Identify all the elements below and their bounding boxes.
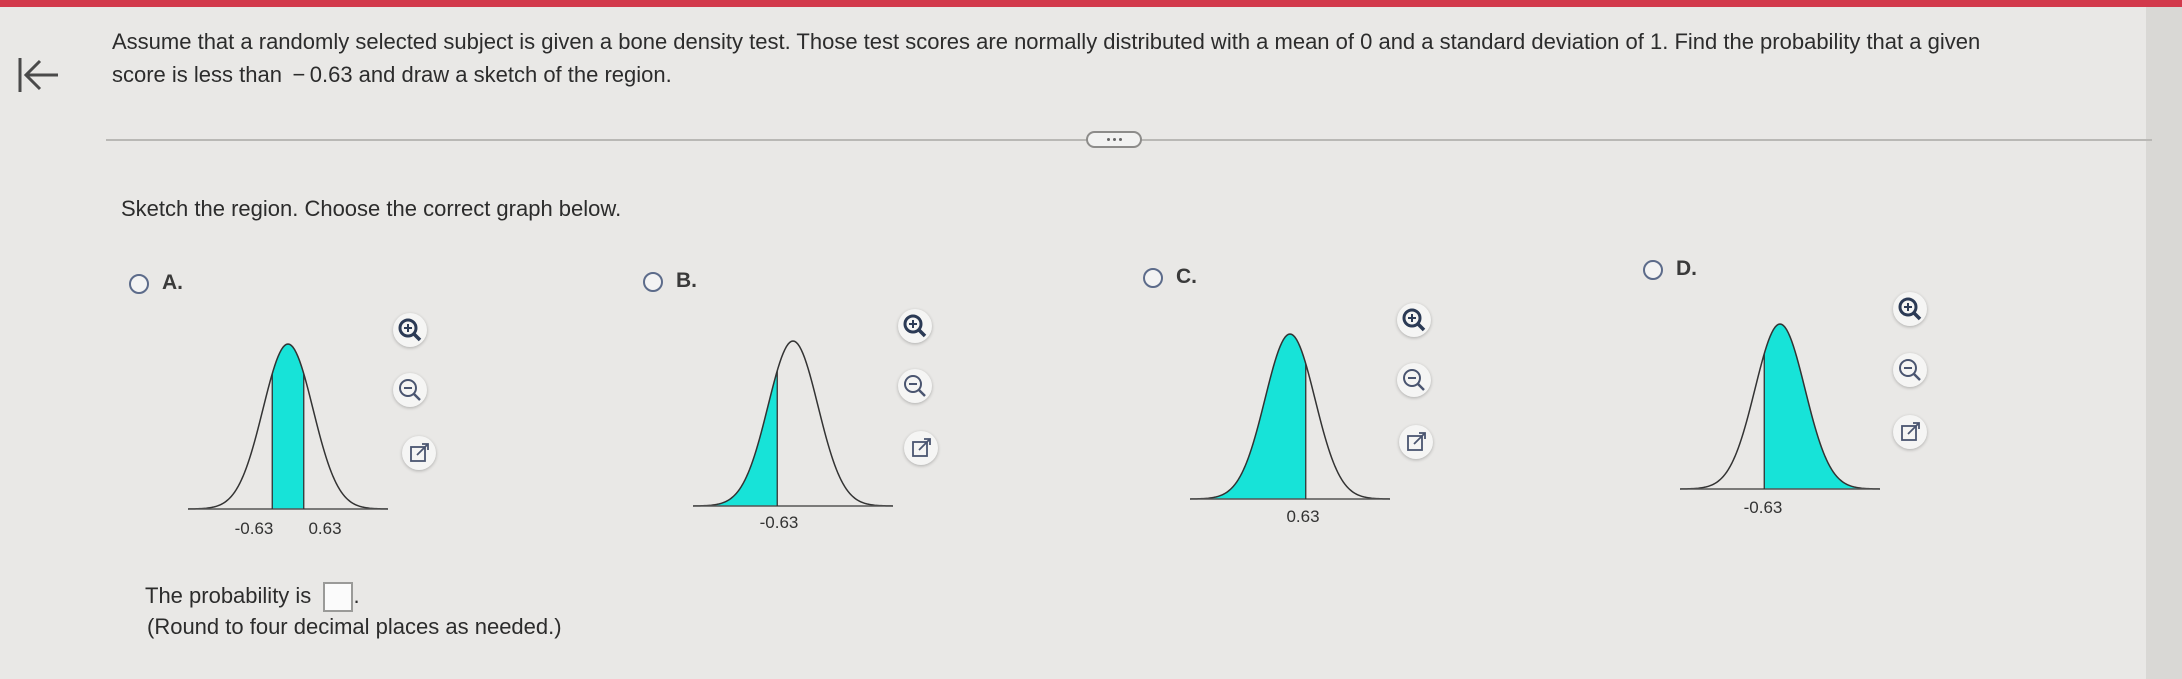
open-external-icon xyxy=(1901,422,1920,441)
option-a-zoom-out-button[interactable] xyxy=(393,373,427,407)
option-a-letter: A. xyxy=(162,271,183,294)
shaded-region xyxy=(693,370,778,506)
option-b-letter: B. xyxy=(676,269,697,292)
option-d-radio[interactable] xyxy=(1643,260,1663,280)
expand-more-button[interactable] xyxy=(1086,131,1142,148)
shaded-region xyxy=(1764,324,1880,489)
back-arrow-icon xyxy=(18,58,58,92)
question-line-1: Assume that a randomly selected subject … xyxy=(112,29,1981,54)
top-accent-bar xyxy=(0,0,2182,7)
question-text: Assume that a randomly selected subject … xyxy=(112,25,2102,91)
open-external-icon xyxy=(912,438,931,457)
option-c-radio[interactable] xyxy=(1143,268,1163,288)
option-d-zoom-in-button[interactable] xyxy=(1893,292,1927,326)
zoom-in-icon xyxy=(1898,297,1922,321)
right-panel-edge xyxy=(2146,7,2182,679)
option-c-graph: 0.63 xyxy=(1189,323,1391,533)
option-a-graph: -0.63 0.63 xyxy=(187,330,389,540)
option-d-chart: -0.63 xyxy=(1679,323,1881,517)
probability-input[interactable] xyxy=(323,582,354,612)
tick-label: 0.63 xyxy=(308,519,341,538)
zoom-out-icon xyxy=(399,379,421,401)
option-d-open-external-button[interactable] xyxy=(1893,415,1927,449)
shaded-region xyxy=(272,344,304,509)
zoom-in-icon xyxy=(1402,308,1426,332)
zoom-in-icon xyxy=(903,314,927,338)
option-c-zoom-in-button[interactable] xyxy=(1397,303,1431,337)
zoom-in-icon xyxy=(398,318,422,342)
tick-label: 0.63 xyxy=(1286,507,1319,526)
option-b-zoom-out-button[interactable] xyxy=(898,369,932,403)
option-c-letter: C. xyxy=(1176,265,1197,288)
option-a-radio[interactable] xyxy=(129,274,149,294)
option-a-chart: -0.63 0.63 xyxy=(187,343,389,538)
option-a-zoom-in-button[interactable] xyxy=(393,313,427,347)
option-d-zoom-out-button[interactable] xyxy=(1893,353,1927,387)
open-external-icon xyxy=(1407,432,1426,451)
option-b-zoom-in-button[interactable] xyxy=(898,309,932,343)
probability-answer-line: The probability is . xyxy=(145,582,360,612)
option-c-zoom-out-button[interactable] xyxy=(1397,363,1431,397)
tick-label: -0.63 xyxy=(760,513,799,532)
zoom-out-icon xyxy=(1899,359,1921,381)
tick-label: -0.63 xyxy=(235,519,274,538)
instruction-text: Sketch the region. Choose the correct gr… xyxy=(121,196,622,221)
rounding-note: (Round to four decimal places as needed.… xyxy=(147,614,562,639)
option-b-radio[interactable] xyxy=(643,272,663,292)
zoom-out-icon xyxy=(1403,369,1425,391)
dot-icon xyxy=(1113,138,1116,141)
shaded-region xyxy=(1190,334,1306,499)
normal-curve xyxy=(692,340,894,507)
probability-suffix: . xyxy=(353,582,360,608)
option-b-graph: -0.63 xyxy=(692,328,894,538)
probability-label: The probability is xyxy=(145,582,312,608)
option-b-open-external-button[interactable] xyxy=(904,431,938,465)
option-b-chart: -0.63 xyxy=(692,340,894,532)
option-d-letter: D. xyxy=(1676,257,1697,280)
option-a-open-external-button[interactable] xyxy=(402,436,436,470)
dot-icon xyxy=(1119,138,1122,141)
option-c-chart: 0.63 xyxy=(1189,333,1391,526)
zoom-out-icon xyxy=(904,375,926,397)
tick-label: -0.63 xyxy=(1744,498,1783,517)
open-external-icon xyxy=(410,443,429,462)
question-line-2: score is less than − 0.63 and draw a ske… xyxy=(112,62,672,87)
option-c-open-external-button[interactable] xyxy=(1399,425,1433,459)
option-d-graph: -0.63 xyxy=(1679,313,1881,523)
dot-icon xyxy=(1107,138,1110,141)
collapse-back-button[interactable] xyxy=(14,50,64,100)
